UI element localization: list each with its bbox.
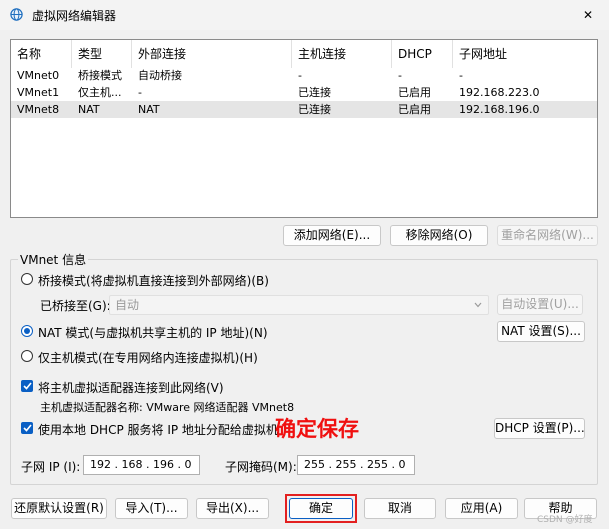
- network-list[interactable]: 名称 类型 外部连接 主机连接 DHCP 子网地址 VMnet0 桥接模式 自动…: [10, 39, 598, 218]
- globe-icon: [10, 8, 23, 21]
- column-header-external[interactable]: 外部连接: [132, 40, 292, 68]
- close-button[interactable]: ✕: [577, 5, 599, 25]
- nat-mode-label[interactable]: NAT 模式(与虚拟机共享主机的 IP 地址)(N): [38, 324, 268, 341]
- host-only-mode-radio[interactable]: [21, 350, 33, 362]
- column-header-type[interactable]: 类型: [72, 40, 132, 68]
- cell-dhcp: 已启用: [398, 86, 431, 99]
- host-only-mode-label[interactable]: 仅主机模式(在专用网络内连接虚拟机)(H): [38, 349, 258, 366]
- cell-name: VMnet8: [17, 103, 60, 116]
- checkmark-icon: [22, 424, 32, 432]
- ok-highlight-box: [285, 494, 357, 523]
- add-network-button[interactable]: 添加网络(E)...: [283, 225, 381, 246]
- column-header-subnet[interactable]: 子网地址: [453, 40, 597, 68]
- network-list-header: 名称 类型 外部连接 主机连接 DHCP 子网地址: [11, 40, 597, 68]
- dhcp-settings-button[interactable]: DHCP 设置(P)...: [494, 418, 585, 439]
- save-annotation: 确定保存: [275, 417, 359, 441]
- cell-host: -: [298, 69, 302, 82]
- cell-type: 桥接模式: [78, 69, 122, 82]
- title-bar: 虚拟网络编辑器 ✕: [0, 0, 609, 30]
- subnet-ip-label: 子网 IP (I):: [21, 460, 81, 474]
- watermark: CSDN @好度: [537, 515, 593, 525]
- cell-subnet: 192.168.196.0: [459, 103, 540, 116]
- apply-button[interactable]: 应用(A): [445, 498, 518, 519]
- cell-name: VMnet0: [17, 69, 60, 82]
- restore-defaults-button[interactable]: 还原默认设置(R): [11, 498, 107, 519]
- column-header-host[interactable]: 主机连接: [292, 40, 392, 68]
- cell-external: NAT: [138, 103, 160, 116]
- cell-host: 已连接: [298, 86, 331, 99]
- bridged-mode-radio[interactable]: [21, 273, 33, 285]
- table-row-selected[interactable]: VMnet8 NAT NAT 已连接 已启用 192.168.196.0: [11, 101, 597, 118]
- connect-adapter-checkbox[interactable]: [21, 380, 33, 392]
- nat-mode-radio[interactable]: [21, 325, 33, 337]
- table-row[interactable]: VMnet0 桥接模式 自动桥接 - - -: [11, 67, 597, 84]
- connect-adapter-label[interactable]: 将主机虚拟适配器连接到此网络(V): [38, 379, 224, 396]
- auto-settings-button[interactable]: 自动设置(U)...: [497, 294, 583, 315]
- cell-host: 已连接: [298, 103, 331, 116]
- bridged-to-label: 已桥接至(G):: [40, 299, 111, 313]
- subnet-mask-label: 子网掩码(M):: [225, 460, 297, 474]
- bridged-mode-label[interactable]: 桥接模式(将虚拟机直接连接到外部网络)(B): [38, 272, 269, 289]
- cell-subnet: 192.168.223.0: [459, 86, 540, 99]
- rename-network-button[interactable]: 重命名网络(W)...: [497, 225, 598, 246]
- cancel-button[interactable]: 取消: [364, 498, 436, 519]
- vmnet-info-label: VMnet 信息: [18, 251, 89, 268]
- import-button[interactable]: 导入(T)...: [115, 498, 188, 519]
- chevron-down-icon: [474, 302, 482, 308]
- adapter-name-text: 主机虚拟适配器名称: VMware 网络适配器 VMnet8: [40, 401, 295, 414]
- window-title: 虚拟网络编辑器: [32, 9, 117, 23]
- use-dhcp-label[interactable]: 使用本地 DHCP 服务将 IP 地址分配给虚拟机(D): [38, 421, 278, 438]
- vmnet-info-group: [10, 259, 598, 485]
- cell-dhcp: -: [398, 69, 402, 82]
- cell-type: 仅主机...: [78, 86, 122, 99]
- table-row[interactable]: VMnet1 仅主机... - 已连接 已启用 192.168.223.0: [11, 84, 597, 101]
- checkmark-icon: [22, 382, 32, 390]
- close-icon: ✕: [582, 8, 594, 22]
- subnet-ip-field[interactable]: 192 . 168 . 196 . 0: [83, 455, 200, 475]
- cell-type: NAT: [78, 103, 100, 116]
- remove-network-button[interactable]: 移除网络(O): [390, 225, 488, 246]
- export-button[interactable]: 导出(X)...: [196, 498, 269, 519]
- nat-settings-button[interactable]: NAT 设置(S)...: [497, 321, 585, 342]
- cell-subnet: -: [459, 69, 463, 82]
- cell-name: VMnet1: [17, 86, 60, 99]
- subnet-mask-field[interactable]: 255 . 255 . 255 . 0: [297, 455, 415, 475]
- cell-external: 自动桥接: [138, 69, 182, 82]
- cell-external: -: [138, 86, 142, 99]
- bridged-to-select[interactable]: 自动: [109, 295, 489, 315]
- column-header-name[interactable]: 名称: [11, 40, 72, 68]
- cell-dhcp: 已启用: [398, 103, 431, 116]
- column-header-dhcp[interactable]: DHCP: [392, 40, 453, 68]
- bridged-to-value: 自动: [115, 298, 140, 312]
- use-dhcp-checkbox[interactable]: [21, 422, 33, 434]
